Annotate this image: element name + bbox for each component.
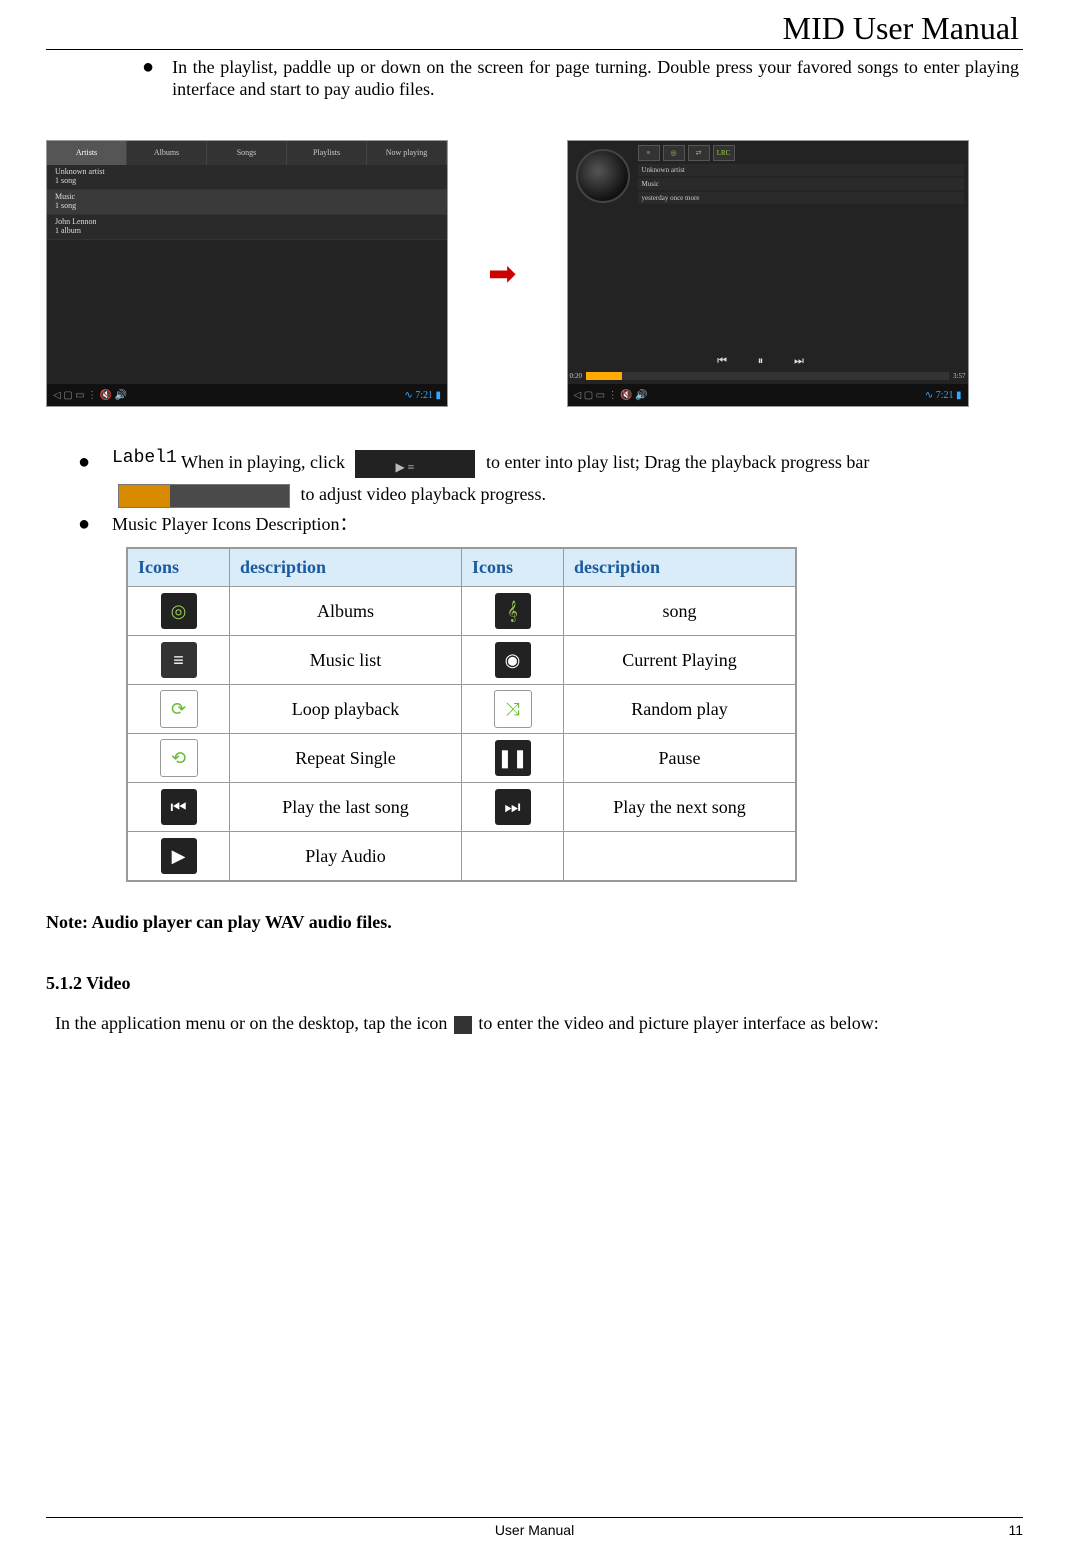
clock: ∿ 7:21 ▮	[925, 390, 962, 401]
bullet-dot: ●	[142, 56, 154, 100]
label1: Label1	[112, 448, 177, 468]
nowplaying-icon: ◉	[495, 642, 531, 678]
android-nav-bar: ◁ ▢ ▭ ⋮ 🔇 🔊 ∿ 7:21 ▮	[47, 384, 447, 406]
bullet-item-3: ● Music Player Icons Description：	[78, 509, 1023, 539]
th-icons: Icons	[462, 548, 564, 587]
cell: Albums	[230, 587, 462, 636]
playlist-button-icon	[355, 450, 475, 478]
cell	[564, 832, 797, 882]
album-line: Music	[638, 178, 964, 190]
footer: User Manual 11	[46, 1517, 1023, 1538]
play-icon: ▶	[161, 838, 197, 874]
footer-center: User Manual	[76, 1522, 993, 1538]
text: When in playing, click	[181, 452, 345, 472]
time-right: 3:57	[953, 372, 965, 380]
cell: Play the last song	[230, 783, 462, 832]
artist-line: Unknown artist	[638, 164, 964, 176]
tab-albums[interactable]: Albums	[127, 141, 207, 165]
song-icon: 𝄞	[495, 593, 531, 629]
album-art-icon	[576, 149, 630, 203]
body-text: In the application menu or on the deskto…	[46, 1012, 1023, 1034]
progress-bar[interactable]: 0:20 3:57	[570, 370, 966, 382]
arrow-icon: ➡	[488, 254, 517, 294]
playlist-icon[interactable]: ≡	[638, 145, 660, 161]
next-icon: ⏭	[495, 789, 531, 825]
bullet-dot: ●	[78, 447, 94, 477]
page-number: 11	[993, 1522, 1023, 1538]
header-title: MID User Manual	[46, 10, 1023, 47]
bullet-item-1: ● In the playlist, paddle up or down on …	[142, 56, 1019, 100]
android-nav-bar: ◁ ▢ ▭ ⋮ 🔇 🔊 ∿ 7:21 ▮	[568, 384, 968, 406]
section-heading: 5.1.2 Video	[46, 973, 1023, 994]
title-line: yesterday once more	[638, 192, 964, 204]
list-item[interactable]: John Lennon1 album	[47, 215, 447, 240]
list-item[interactable]: Unknown artist1 song	[47, 165, 447, 190]
cell: Repeat Single	[230, 734, 462, 783]
cell: Pause	[564, 734, 797, 783]
bullet-text: In the playlist, paddle up or down on th…	[172, 56, 1019, 100]
clock: ∿ 7:21 ▮	[404, 390, 441, 401]
th-desc: description	[230, 548, 462, 587]
nav-icons[interactable]: ◁ ▢ ▭ ⋮ 🔇 🔊	[574, 390, 648, 401]
lrc-icon[interactable]: LRC	[713, 145, 735, 161]
tab-songs[interactable]: Songs	[207, 141, 287, 165]
screenshot-playlist: Artists Albums Songs Playlists Now playi…	[46, 140, 448, 407]
bullet-dot: ●	[78, 509, 94, 539]
time-left: 0:20	[570, 372, 582, 380]
video-app-icon	[454, 1016, 472, 1034]
note-text: Note: Audio player can play WAV audio fi…	[46, 912, 1023, 933]
tab-playlists[interactable]: Playlists	[287, 141, 367, 165]
bullet-text: Music Player Icons Description：	[112, 509, 1023, 539]
cell: Loop playback	[230, 685, 462, 734]
shuffle-icon: ⤨	[494, 690, 532, 728]
cell: Random play	[564, 685, 797, 734]
bullet-item-2: ● Label1 When in playing, click to enter…	[78, 447, 1023, 509]
nav-icons[interactable]: ◁ ▢ ▭ ⋮ 🔇 🔊	[53, 390, 127, 401]
pause-icon: ❚❚	[495, 740, 531, 776]
screenshot-player: ≡ ◎ ⇄ LRC Unknown artist Music yesterday…	[567, 140, 969, 407]
th-icons: Icons	[127, 548, 230, 587]
list-item[interactable]: Music1 song	[47, 190, 447, 215]
screenshots-row: Artists Albums Songs Playlists Now playi…	[46, 140, 1023, 407]
loop-icon: ⟳	[160, 690, 198, 728]
playback-controls[interactable]: ⏮ ⏸ ⏭	[568, 355, 968, 368]
th-desc: description	[564, 548, 797, 587]
cell: Music list	[230, 636, 462, 685]
tab-bar: Artists Albums Songs Playlists Now playi…	[47, 141, 447, 165]
cell: Current Playing	[564, 636, 797, 685]
text: to adjust video playback progress.	[301, 484, 546, 504]
cell: Play Audio	[230, 832, 462, 882]
cell: song	[564, 587, 797, 636]
text: to enter into play list; Drag the playba…	[486, 452, 869, 472]
shuffle-icon[interactable]: ⇄	[688, 145, 710, 161]
albums-icon: ◎	[161, 593, 197, 629]
tab-artists[interactable]: Artists	[47, 141, 127, 165]
icon-table: Icons description Icons description ◎ Al…	[126, 547, 797, 882]
cell: Play the next song	[564, 783, 797, 832]
header-rule	[46, 49, 1023, 50]
repeat-one-icon: ⟲	[160, 739, 198, 777]
nowplaying-icon[interactable]: ◎	[663, 145, 685, 161]
prev-icon: ⏮	[161, 789, 197, 825]
musiclist-icon: ≡	[161, 642, 197, 678]
tab-nowplaying[interactable]: Now playing	[367, 141, 447, 165]
progress-bar-icon	[118, 484, 290, 508]
